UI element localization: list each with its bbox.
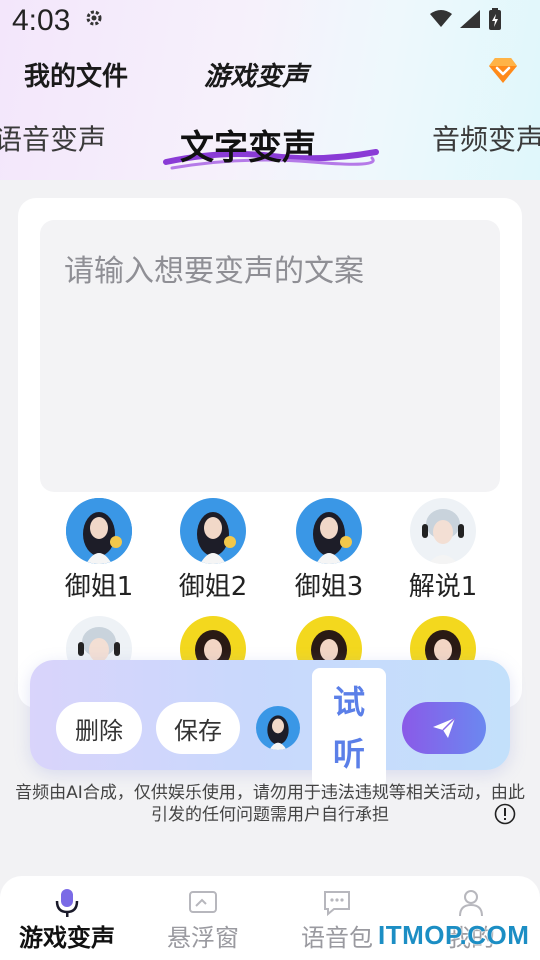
action-bar: 删除 保存 试 听 [30,660,510,788]
status-icons [430,8,502,30]
disclaimer: 音频由AI合成，仅供娱乐使用，请勿用于违法违规等相关活动，由此 引发的任何问题需… [0,782,540,826]
listen-label-2: 听 [332,735,365,773]
microphone-icon [55,889,79,917]
tab-audio-change[interactable]: 音频变声 [432,118,540,158]
voice-label: 御姐3 [294,572,364,602]
diamond-vip-icon[interactable] [488,56,518,84]
disclaimer-line-2: 引发的任何问题需用户自行承担 [151,805,389,825]
avatar [296,498,362,564]
send-button[interactable] [402,702,486,754]
avatar [66,498,132,564]
send-icon [433,717,456,738]
delete-button[interactable]: 删除 [56,702,142,754]
selected-voice-avatar[interactable] [256,706,300,750]
wifi-icon [430,10,452,27]
gear-icon [86,10,102,26]
voice-label: 御姐1 [64,572,134,602]
my-files-link[interactable]: 我的文件 [24,56,128,93]
battery-icon [489,8,501,30]
tab-text-change[interactable]: 文字变声 [180,120,316,169]
nav-label: 游戏变声 [19,924,115,952]
signal-icon [460,10,480,28]
avatar [410,498,476,564]
info-icon[interactable] [494,803,516,825]
listen-label-1: 试 [332,683,365,721]
voice-pack-icon [324,891,350,917]
nav-item-game-voice[interactable]: 游戏变声 [2,888,132,953]
voice-label: 御姐2 [178,572,248,602]
floating-window-icon [189,891,217,913]
voice-item[interactable]: 解说1 [388,498,498,603]
header: 我的文件 游戏变声 [0,48,540,98]
app-title: 游戏变声 [204,62,309,92]
avatar [180,498,246,564]
status-time: 4:03 [12,4,71,37]
watermark: ITMOP.COM [378,920,530,950]
status-bar: 4:03 [0,0,540,44]
nav-item-floating-window[interactable]: 悬浮窗 [138,888,268,953]
tab-voice-change[interactable]: 语音变声 [0,118,106,158]
disclaimer-line-1: 音频由AI合成，仅供娱乐使用，请勿用于违法违规等相关活动，由此 [15,783,525,803]
script-input[interactable] [40,220,500,492]
voice-item[interactable]: 御姐1 [44,498,154,603]
voice-item[interactable]: 御姐3 [274,498,384,603]
mode-tabs: 语音变声 文字变声 音频变声 [0,110,540,170]
save-button[interactable]: 保存 [156,702,240,754]
listen-button[interactable]: 试 听 [312,668,386,788]
voice-item[interactable]: 御姐2 [158,498,268,603]
profile-icon [459,890,483,917]
nav-label: 悬浮窗 [167,924,239,952]
text-voice-card: 御姐1 御姐2 [18,198,522,708]
voice-label: 解说1 [408,572,478,602]
